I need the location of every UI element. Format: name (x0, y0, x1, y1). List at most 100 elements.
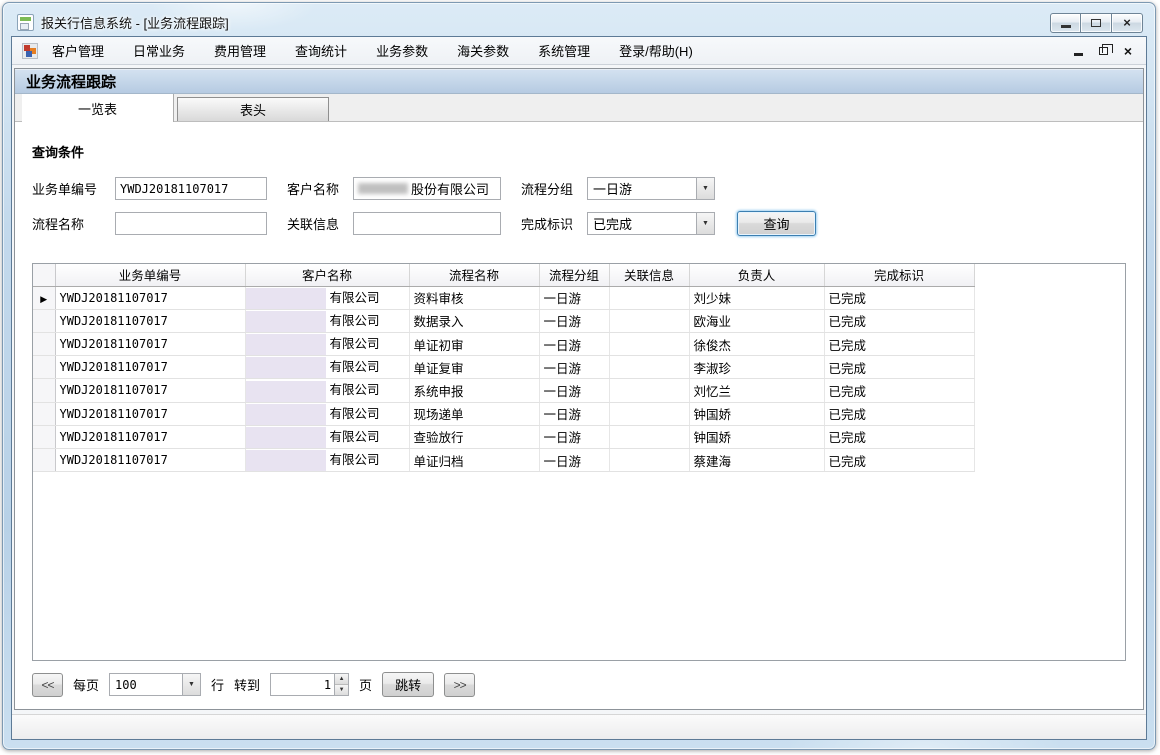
dropdown-arrow-button[interactable]: ▼ (696, 178, 714, 199)
window-titlebar[interactable]: 报关行信息系统 - [业务流程跟踪] × (11, 3, 1147, 36)
menu-system-mgmt[interactable]: 系统管理 (538, 37, 590, 64)
row-selector[interactable]: ▶ (33, 286, 55, 309)
cell-group[interactable]: 一日游 (539, 356, 609, 379)
cell-owner[interactable]: 欧海业 (689, 309, 824, 332)
jump-button[interactable]: 跳转 (382, 672, 434, 697)
col-header-group[interactable]: 流程分组 (539, 264, 609, 286)
spinner-down-icon[interactable]: ▼ (335, 685, 348, 695)
process-name-input[interactable] (115, 212, 267, 235)
cell-group[interactable]: 一日游 (539, 402, 609, 425)
menu-daily-business[interactable]: 日常业务 (133, 37, 185, 64)
prev-page-button[interactable]: << (32, 673, 63, 697)
cell-group[interactable]: 一日游 (539, 425, 609, 448)
cell-owner[interactable]: 刘忆兰 (689, 379, 824, 402)
cell-status[interactable]: 已完成 (824, 309, 974, 332)
cell-biz-no[interactable]: YWDJ20181107017 (55, 332, 245, 355)
cell-related[interactable] (609, 425, 689, 448)
page-spinner[interactable]: ▲ ▼ (334, 673, 349, 696)
biz-no-input[interactable] (115, 177, 267, 200)
cell-related[interactable] (609, 332, 689, 355)
cell-process[interactable]: 单证复审 (409, 356, 539, 379)
cell-biz-no[interactable]: YWDJ20181107017 (55, 286, 245, 309)
per-page-select[interactable]: 100 ▼ (109, 673, 201, 696)
cell-biz-no[interactable]: YWDJ20181107017 (55, 356, 245, 379)
cell-process[interactable]: 数据录入 (409, 309, 539, 332)
dropdown-arrow-button[interactable]: ▼ (696, 213, 714, 234)
cell-customer[interactable]: 有限公司 (245, 332, 409, 355)
status-flag-select[interactable]: 已完成 ▼ (587, 212, 715, 235)
cell-group[interactable]: 一日游 (539, 448, 609, 471)
customer-input[interactable]: 股份有限公司 (353, 177, 501, 200)
cell-biz-no[interactable]: YWDJ20181107017 (55, 425, 245, 448)
cell-process[interactable]: 单证归档 (409, 448, 539, 471)
search-button[interactable]: 查询 (737, 211, 816, 236)
row-selector[interactable] (33, 448, 55, 471)
cell-customer[interactable]: 有限公司 (245, 402, 409, 425)
cell-biz-no[interactable]: YWDJ20181107017 (55, 448, 245, 471)
row-selector-header[interactable] (33, 264, 55, 286)
cell-status[interactable]: 已完成 (824, 332, 974, 355)
goto-page-input[interactable] (270, 673, 334, 696)
cell-status[interactable]: 已完成 (824, 286, 974, 309)
close-button[interactable]: × (1112, 13, 1143, 33)
col-header-owner[interactable]: 负责人 (689, 264, 824, 286)
mdi-minimize-icon[interactable] (1074, 53, 1083, 56)
col-header-status[interactable]: 完成标识 (824, 264, 974, 286)
row-selector[interactable] (33, 356, 55, 379)
cell-group[interactable]: 一日游 (539, 379, 609, 402)
col-header-biz-no[interactable]: 业务单编号 (55, 264, 245, 286)
next-page-button[interactable]: >> (444, 673, 475, 697)
cell-owner[interactable]: 刘少妹 (689, 286, 824, 309)
cell-status[interactable]: 已完成 (824, 356, 974, 379)
menu-customs-params[interactable]: 海关参数 (457, 37, 509, 64)
row-selector[interactable] (33, 332, 55, 355)
row-selector[interactable] (33, 379, 55, 402)
dropdown-arrow-button[interactable]: ▼ (182, 674, 200, 695)
cell-related[interactable] (609, 402, 689, 425)
menu-fee-mgmt[interactable]: 费用管理 (214, 37, 266, 64)
cell-biz-no[interactable]: YWDJ20181107017 (55, 402, 245, 425)
cell-customer[interactable]: 有限公司 (245, 309, 409, 332)
cell-owner[interactable]: 李淑珍 (689, 356, 824, 379)
col-header-related[interactable]: 关联信息 (609, 264, 689, 286)
menu-customer-mgmt[interactable]: 客户管理 (52, 37, 104, 64)
cell-process[interactable]: 现场递单 (409, 402, 539, 425)
menu-query-stats[interactable]: 查询统计 (295, 37, 347, 64)
tab-header[interactable]: 表头 (177, 97, 329, 121)
cell-related[interactable] (609, 448, 689, 471)
cell-related[interactable] (609, 356, 689, 379)
cell-owner[interactable]: 蔡建海 (689, 448, 824, 471)
row-selector[interactable] (33, 425, 55, 448)
cell-process[interactable]: 单证初审 (409, 332, 539, 355)
cell-customer[interactable]: 有限公司 (245, 356, 409, 379)
cell-biz-no[interactable]: YWDJ20181107017 (55, 309, 245, 332)
cell-process[interactable]: 查验放行 (409, 425, 539, 448)
spinner-up-icon[interactable]: ▲ (335, 674, 348, 685)
col-header-customer[interactable]: 客户名称 (245, 264, 409, 286)
row-selector[interactable] (33, 402, 55, 425)
tab-overview[interactable]: 一览表 (22, 94, 174, 122)
cell-status[interactable]: 已完成 (824, 402, 974, 425)
mdi-close-icon[interactable]: × (1124, 44, 1132, 58)
cell-owner[interactable]: 钟国娇 (689, 402, 824, 425)
menu-login-help[interactable]: 登录/帮助(H) (619, 37, 693, 64)
minimize-button[interactable] (1050, 13, 1081, 33)
cell-process[interactable]: 资料审核 (409, 286, 539, 309)
cell-process[interactable]: 系统申报 (409, 379, 539, 402)
row-selector[interactable] (33, 309, 55, 332)
cell-group[interactable]: 一日游 (539, 309, 609, 332)
resize-grip[interactable] (1141, 734, 1143, 736)
cell-customer[interactable]: 有限公司 (245, 448, 409, 471)
cell-owner[interactable]: 徐俊杰 (689, 332, 824, 355)
cell-customer[interactable]: 有限公司 (245, 286, 409, 309)
cell-owner[interactable]: 钟国娇 (689, 425, 824, 448)
menu-business-params[interactable]: 业务参数 (376, 37, 428, 64)
maximize-button[interactable] (1081, 13, 1112, 33)
cell-status[interactable]: 已完成 (824, 448, 974, 471)
cell-customer[interactable]: 有限公司 (245, 425, 409, 448)
cell-related[interactable] (609, 286, 689, 309)
cell-related[interactable] (609, 379, 689, 402)
mdi-restore-icon[interactable] (1099, 47, 1108, 55)
cell-status[interactable]: 已完成 (824, 379, 974, 402)
cell-biz-no[interactable]: YWDJ20181107017 (55, 379, 245, 402)
